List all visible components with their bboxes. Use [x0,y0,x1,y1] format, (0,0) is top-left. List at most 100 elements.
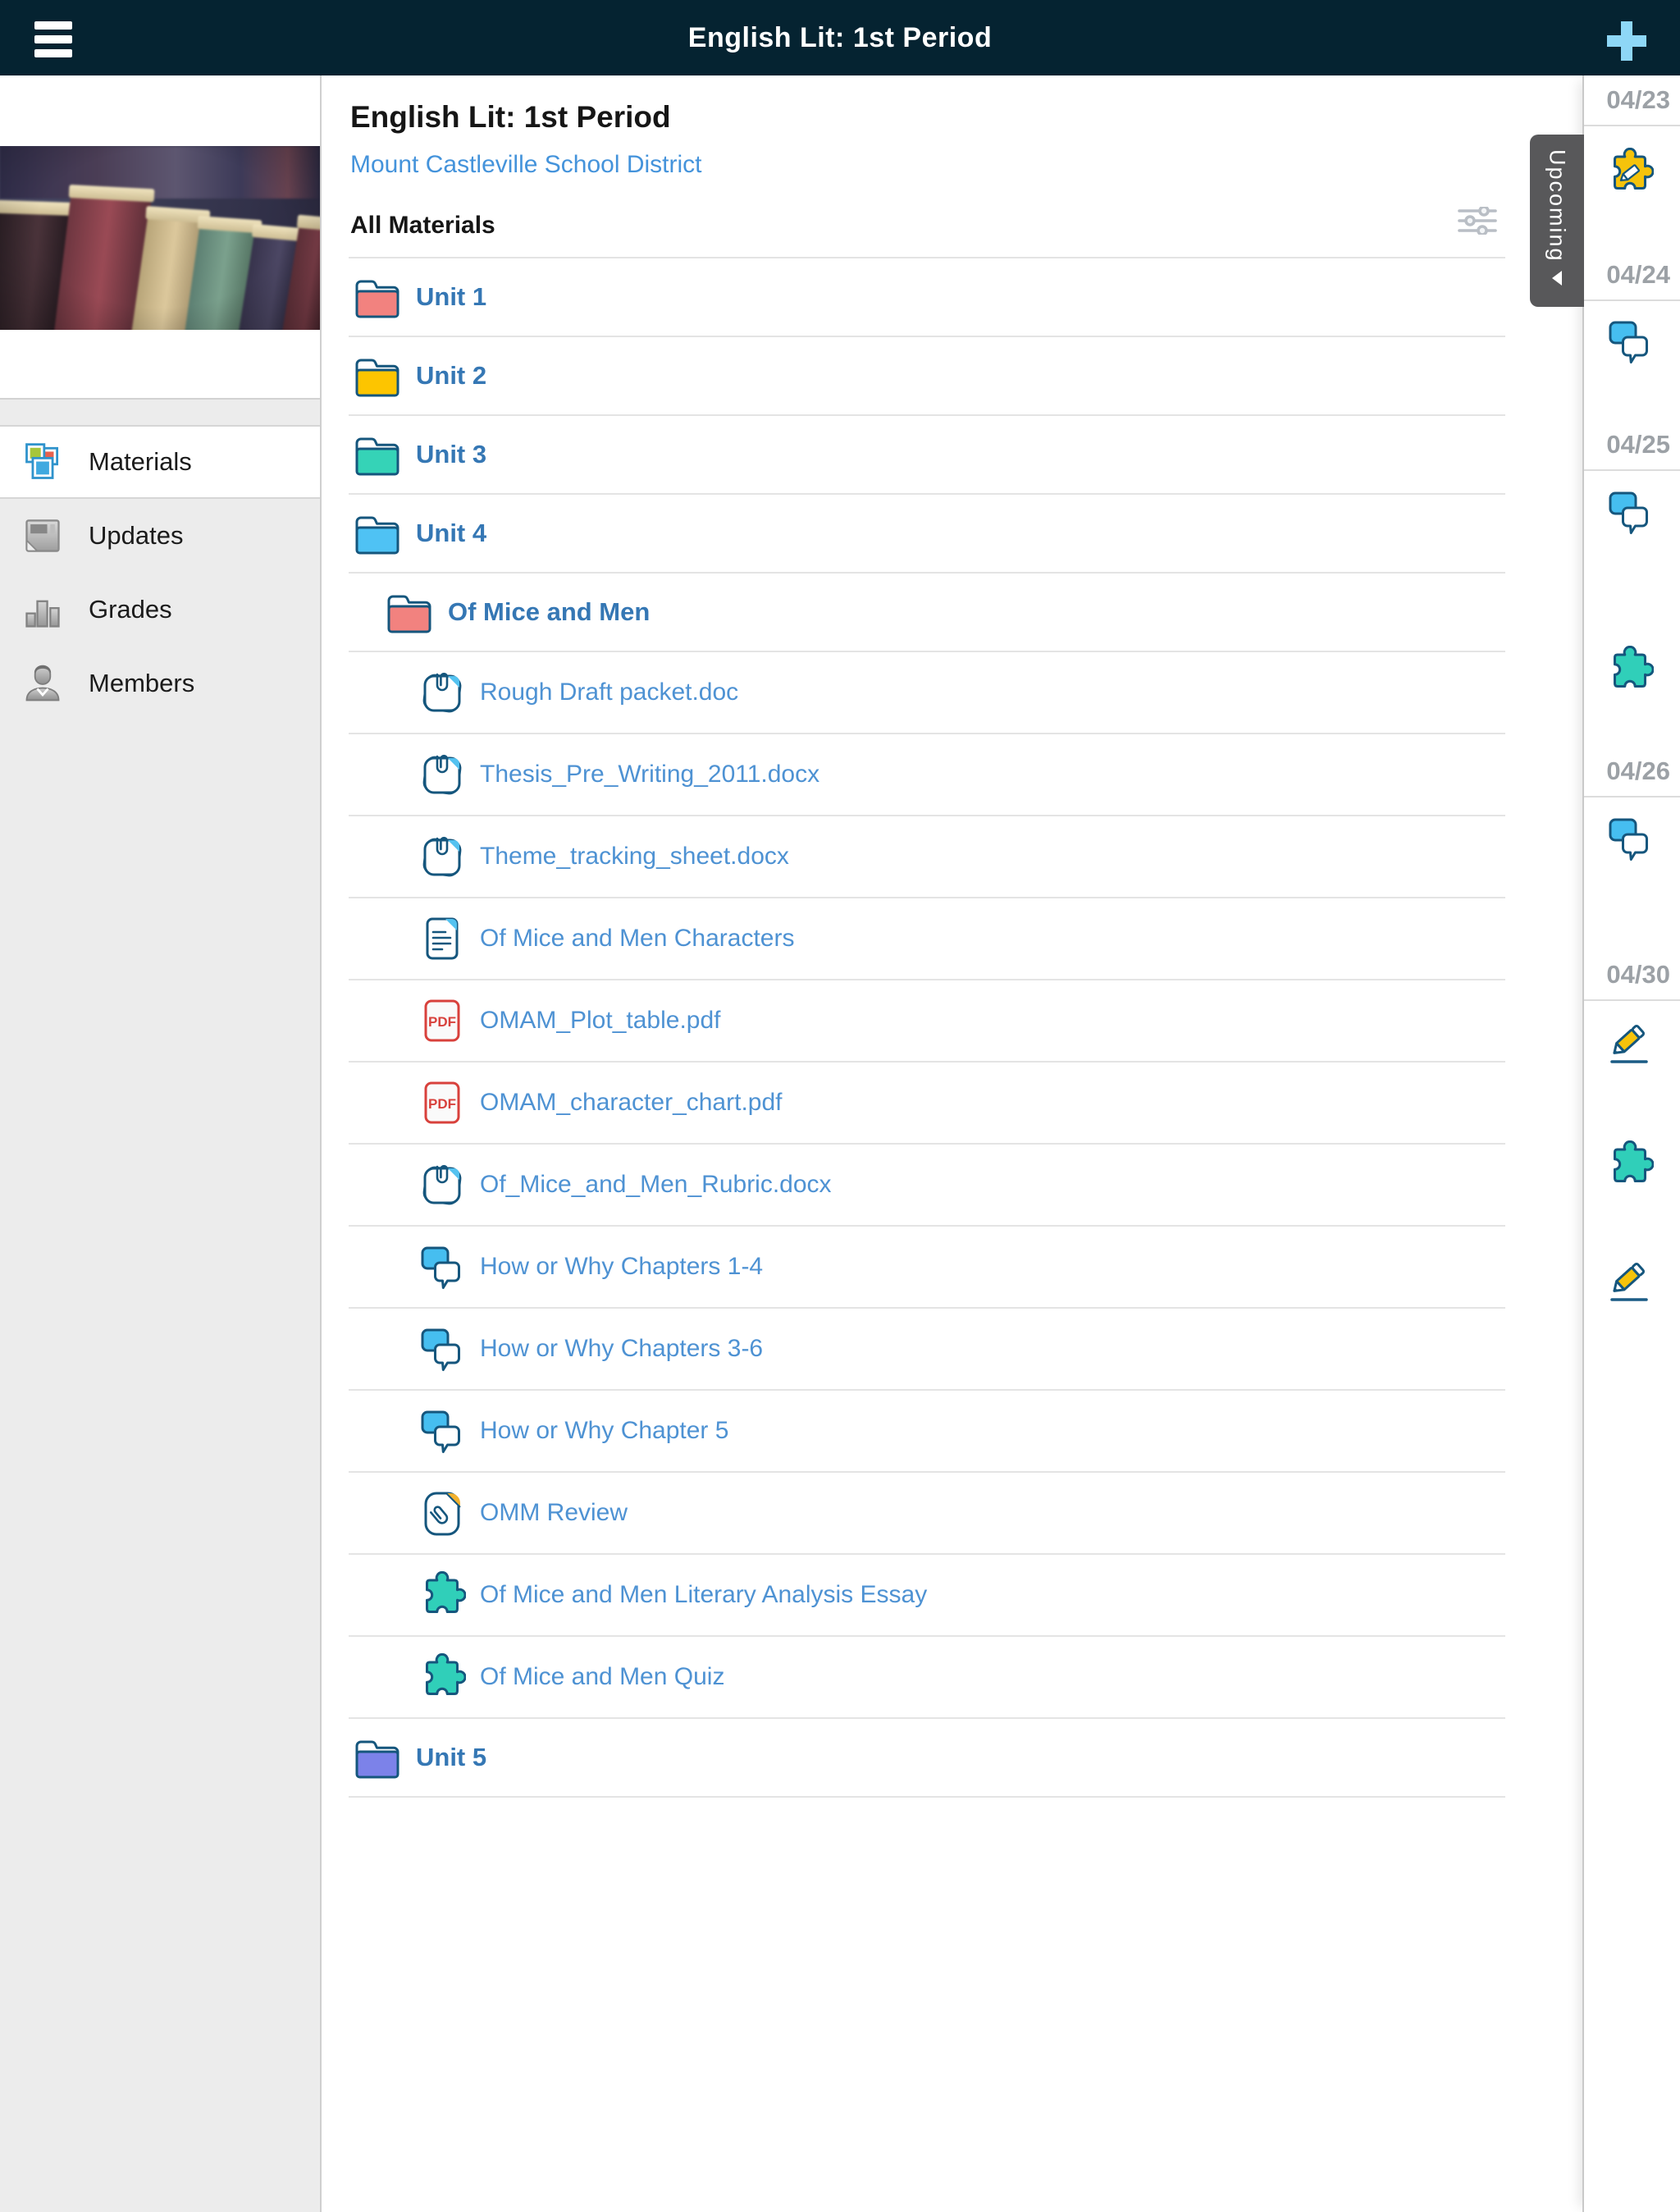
sidebar-item-label: Grades [89,595,172,624]
upcoming-date-label: 04/26 [1584,756,1670,786]
material-item-label: Of Mice and Men Quiz [480,1663,724,1691]
sidebar-item-label: Updates [89,521,183,551]
material-item-label: How or Why Chapters 3-6 [480,1335,763,1363]
material-item-label: Thesis_Pre_Writing_2011.docx [480,761,819,788]
date-divider [1584,125,1680,126]
upcoming-item-discussion-icon[interactable] [1606,815,1654,862]
svg-text:PDF: PDF [428,1014,456,1030]
material-item-label: Theme_tracking_sheet.docx [480,843,789,871]
material-item-row[interactable]: Of Mice and Men Literary Analysis Essay [349,1555,1505,1637]
date-divider [1584,469,1680,471]
sidebar-item-grades[interactable]: Grades [0,573,320,647]
upcoming-rail: 04/23 04/24 04/25 04/26 04/30 [1582,75,1680,2212]
folder-icon [353,275,402,319]
materials-list: Unit 1 Unit 2 Unit 3 Unit 4 Of Mice and … [349,257,1505,1798]
folder-row[interactable]: Unit 1 [349,258,1505,337]
material-item-label: OMAM_character_chart.pdf [480,1089,782,1117]
folder-icon [385,590,434,634]
sidebar-item-label: Members [89,669,194,698]
upcoming-item-pencil-icon[interactable] [1606,1257,1654,1305]
doc-text-icon [418,915,466,962]
materials-icon [21,441,64,483]
upcoming-tab[interactable]: Upcoming [1530,135,1584,307]
doc-clip-icon [418,751,466,798]
material-item-row[interactable]: PDF OMAM_Plot_table.pdf [349,980,1505,1063]
add-plus-icon[interactable] [1607,21,1646,61]
upcoming-item-puzzle-icon[interactable] [1606,1140,1654,1188]
course-sidebar: Materials Updates Grades Members [0,75,322,2212]
folder-label: Unit 4 [416,519,486,548]
sidebar-item-members[interactable]: Members [0,647,320,720]
svg-text:PDF: PDF [428,1096,456,1112]
material-item-label: Of Mice and Men Literary Analysis Essay [480,1581,927,1609]
material-item-label: Rough Draft packet.doc [480,679,738,706]
upcoming-date-label: 04/25 [1584,430,1670,459]
main-content: English Lit: 1st Period Mount Castlevill… [322,75,1582,2212]
members-icon [21,662,64,705]
top-navbar: English Lit: 1st Period [0,0,1680,75]
course-cover-image [0,146,320,330]
doc-clip-icon [418,669,466,716]
folder-label: Unit 3 [416,440,486,469]
folder-row[interactable]: Unit 3 [349,416,1505,495]
menu-spacer [0,400,320,425]
navbar-title: English Lit: 1st Period [0,0,1680,75]
puzzle-icon [418,1653,466,1701]
material-item-row[interactable]: Of_Mice_and_Men_Rubric.docx [349,1145,1505,1227]
upcoming-item-discussion-icon[interactable] [1606,488,1654,536]
doc-corner-icon [418,1489,466,1537]
discussion-icon [418,1243,466,1291]
material-item-row[interactable]: Rough Draft packet.doc [349,652,1505,734]
folder-label: Of Mice and Men [448,597,650,627]
material-item-row[interactable]: OMM Review [349,1473,1505,1555]
pdf-icon: PDF [418,997,466,1044]
upcoming-item-puzzle-icon[interactable] [1606,646,1654,693]
sidebar-item-updates[interactable]: Updates [0,499,320,573]
folder-icon [353,432,402,477]
date-divider [1584,999,1680,1001]
district-link[interactable]: Mount Castleville School District [350,151,701,179]
material-item-label: How or Why Chapters 1-4 [480,1253,763,1281]
discussion-icon [418,1407,466,1455]
material-item-row[interactable]: Thesis_Pre_Writing_2011.docx [349,734,1505,816]
grades-icon [21,588,64,631]
upcoming-item-puzzle-pencil-icon[interactable] [1606,148,1654,195]
folder-row[interactable]: Unit 5 [349,1719,1505,1798]
upcoming-date-label: 04/24 [1584,260,1670,290]
sidebar-item-label: Materials [89,447,192,477]
doc-clip-icon [418,833,466,880]
date-divider [1584,796,1680,798]
folder-icon [353,354,402,398]
puzzle-icon [418,1571,466,1619]
sidebar-menu: Materials Updates Grades Members [0,398,320,2212]
material-item-row[interactable]: How or Why Chapters 3-6 [349,1309,1505,1391]
folder-row[interactable]: Of Mice and Men [349,574,1505,652]
upcoming-date-label: 04/30 [1584,960,1670,989]
material-item-row[interactable]: PDF OMAM_character_chart.pdf [349,1063,1505,1145]
section-header: All Materials [350,212,495,240]
folder-row[interactable]: Unit 2 [349,337,1505,416]
folder-icon [353,511,402,555]
material-item-row[interactable]: How or Why Chapter 5 [349,1391,1505,1473]
material-item-label: Of Mice and Men Characters [480,925,794,953]
pdf-icon: PDF [418,1079,466,1127]
material-item-label: OMAM_Plot_table.pdf [480,1007,720,1035]
material-item-label: How or Why Chapter 5 [480,1417,728,1445]
material-item-row[interactable]: Theme_tracking_sheet.docx [349,816,1505,898]
folder-label: Unit 5 [416,1743,486,1772]
discussion-icon [418,1325,466,1373]
material-item-label: Of_Mice_and_Men_Rubric.docx [480,1171,832,1199]
folder-row[interactable]: Unit 4 [349,495,1505,574]
folder-icon [353,1735,402,1780]
filter-sliders-icon[interactable] [1458,207,1497,235]
material-item-row[interactable]: Of Mice and Men Quiz [349,1637,1505,1719]
sidebar-item-materials[interactable]: Materials [0,425,320,499]
upcoming-item-pencil-icon[interactable] [1606,1019,1654,1067]
folder-label: Unit 2 [416,361,486,391]
upcoming-item-discussion-icon[interactable] [1606,318,1654,365]
material-item-label: OMM Review [480,1499,628,1527]
doc-clip-icon [418,1161,466,1209]
material-item-row[interactable]: Of Mice and Men Characters [349,898,1505,980]
material-item-row[interactable]: How or Why Chapters 1-4 [349,1227,1505,1309]
date-divider [1584,299,1680,301]
